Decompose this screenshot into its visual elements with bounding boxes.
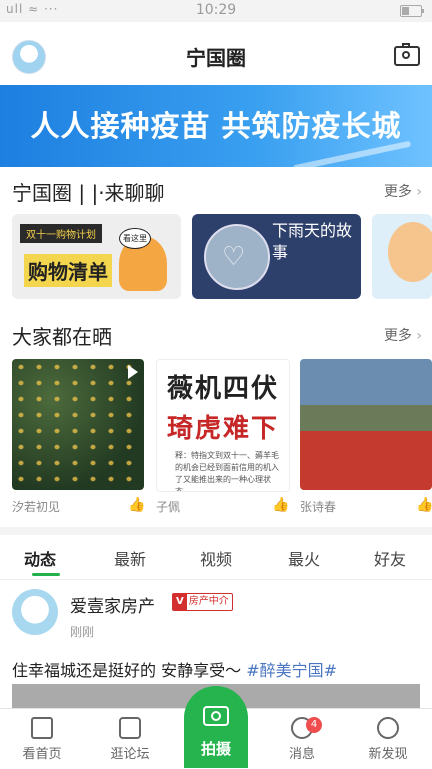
- vaccine-banner[interactable]: 人人接种疫苗 共筑防疫长城: [0, 85, 432, 167]
- section-divider: [0, 527, 432, 535]
- heart-icon: ♡: [222, 242, 246, 272]
- compass-icon: [377, 717, 399, 739]
- share-section-title: 大家都在晒: [12, 325, 112, 349]
- thumbs-up-icon[interactable]: 👍: [272, 497, 289, 513]
- verified-v: V: [173, 594, 187, 610]
- active-tab-indicator: [32, 573, 60, 576]
- photo-landscape[interactable]: [300, 359, 432, 490]
- chat-section-title: 宁国圈 | |·来聊聊: [12, 181, 165, 205]
- nav-discover-label: 新发现: [368, 747, 408, 762]
- cartoon-face-illustration: [388, 222, 432, 282]
- post-body: 住幸福城还是挺好的 安静享受～: [12, 661, 247, 680]
- photo-author: 张诗春: [300, 500, 337, 514]
- nav-message[interactable]: 消息: [272, 717, 332, 762]
- app-header: 宁国圈: [0, 22, 432, 84]
- tab-friends[interactable]: 好友: [374, 546, 406, 570]
- tab-hottest[interactable]: 最火: [288, 546, 320, 570]
- share-more-link[interactable]: 更多: [384, 325, 422, 345]
- shoot-button[interactable]: 拍摄: [184, 686, 248, 768]
- status-time: 10:29: [195, 2, 237, 18]
- topic-card-cartoon[interactable]: [372, 214, 432, 299]
- flower-texture: [12, 359, 144, 490]
- tab-video[interactable]: 视频: [200, 546, 232, 570]
- photo-author: 汐若初见: [12, 500, 61, 514]
- tab-latest[interactable]: 最新: [114, 546, 146, 570]
- camera-icon: [203, 706, 229, 726]
- topic-card-shopping[interactable]: 双十一购物计划 购物清单 看这里: [12, 214, 181, 299]
- photo-osmanthus[interactable]: [12, 359, 144, 490]
- shoot-label: 拍摄: [200, 740, 231, 758]
- chat-section-header: 宁国圈 | |·来聊聊 更多: [12, 177, 422, 207]
- nav-home[interactable]: 看首页: [12, 717, 72, 762]
- chat-more-link[interactable]: 更多: [384, 181, 422, 201]
- topic-card-rain[interactable]: ♡ 下雨天的故事: [192, 214, 361, 299]
- thumbs-up-icon[interactable]: 👍: [416, 497, 432, 513]
- nav-message-label: 消息: [288, 747, 315, 762]
- card-title: 下雨天的故事: [272, 221, 353, 262]
- idiom-line-2: 琦虎难下: [166, 414, 279, 444]
- speech-bubble: 看这里: [119, 228, 151, 249]
- feed-tabs: 动态 最新 视频 最火 好友: [0, 535, 432, 580]
- nav-forum[interactable]: 逛论坛: [100, 717, 160, 762]
- poster-name[interactable]: 爱壹家房产: [70, 592, 155, 617]
- post-hashtag[interactable]: #醉美宁国#: [246, 661, 337, 680]
- nav-discover[interactable]: 新发现: [358, 717, 418, 762]
- post-time: 刚刚: [70, 625, 95, 639]
- tab-dynamic[interactable]: 动态: [24, 546, 56, 570]
- home-icon: [31, 717, 53, 739]
- poster-avatar[interactable]: [12, 589, 58, 635]
- camera-icon[interactable]: [394, 43, 420, 66]
- post-text[interactable]: 住幸福城还是挺好的 安静享受～ #醉美宁国#: [12, 657, 337, 681]
- page-title: 宁国圈: [186, 46, 246, 70]
- verified-badge: V 房产中介: [172, 593, 233, 611]
- idiom-caption: 释：特指文到双十一、薅羊毛的机会已经到面前信用的机入了又能推出来的一种心理状态。: [175, 451, 279, 492]
- play-icon: [128, 365, 138, 379]
- share-section-header: 大家都在晒 更多: [12, 321, 422, 351]
- idiom-line-1: 薇机四伏: [166, 374, 279, 404]
- nav-home-label: 看首页: [22, 747, 62, 762]
- status-bar: ull ≈ ··· 10:29: [0, 0, 432, 22]
- card-title: 购物清单: [24, 254, 112, 287]
- thumbs-up-icon[interactable]: 👍: [128, 497, 145, 513]
- forum-icon: [119, 717, 141, 739]
- message-count-badge: 4: [306, 717, 322, 733]
- battery-icon: [400, 5, 424, 17]
- card-tag: 双十一购物计划: [20, 224, 102, 243]
- badge-label: 房产中介: [188, 596, 229, 607]
- photo-author: 子佩: [156, 500, 181, 514]
- photo-idiom[interactable]: 薇机四伏 琦虎难下 释：特指文到双十一、薅羊毛的机会已经到面前信用的机入了又能推…: [156, 359, 290, 492]
- nav-forum-label: 逛论坛: [110, 747, 150, 762]
- banner-text: 人人接种疫苗 共筑防疫长城: [30, 109, 402, 143]
